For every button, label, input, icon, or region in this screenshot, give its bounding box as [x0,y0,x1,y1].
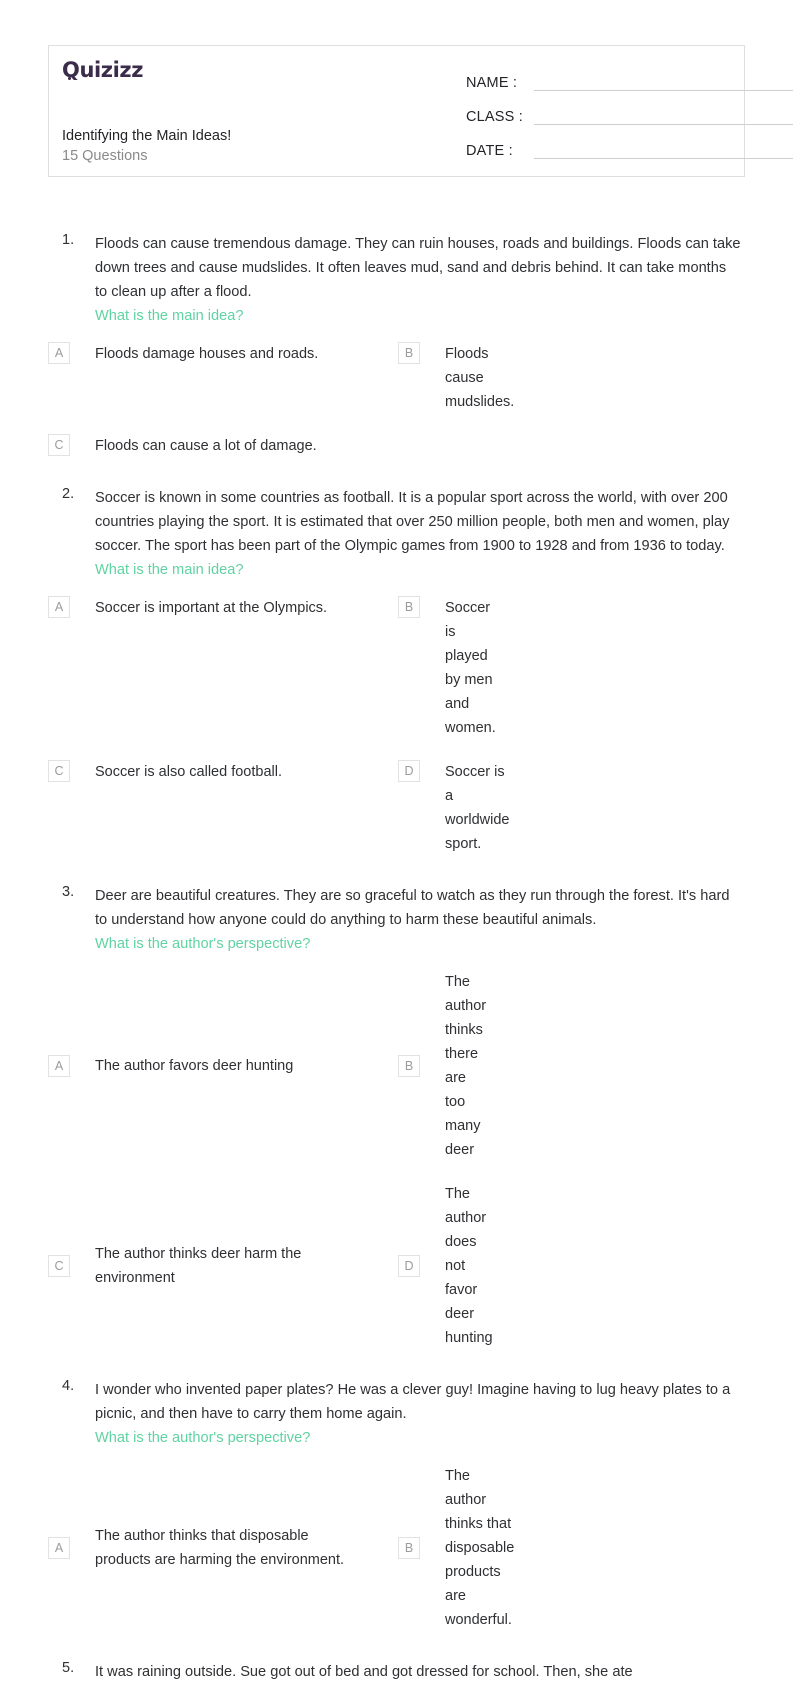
option-text: Floods cause mudslides. [445,346,515,410]
name-field-row: NAME : [466,70,793,96]
option-row: C Soccer is also called football. D Socc… [0,760,794,856]
question-block: 5. It was raining outside. Sue got out o… [0,1660,794,1684]
question-prompt: What is the author's perspective? [95,936,311,952]
option-text: Soccer is played by men and women. [445,600,496,736]
answer-option[interactable]: C Floods can cause a lot of damage. [0,434,352,458]
option-row: C The author thinks deer harm the enviro… [0,1182,794,1350]
option-text: Soccer is a worldwide sport. [445,764,510,852]
option-text: The author thinks there are too many dee… [445,974,487,1158]
question-head: 2. Soccer is known in some countries as … [0,486,794,582]
question-block: 1. Floods can cause tremendous damage. T… [0,232,794,458]
option-letter-badge: B [398,1055,420,1077]
page-title: Identifying the Main Ideas! [62,128,232,144]
answer-option[interactable]: B The author thinks that disposable prod… [0,1464,514,1632]
option-letter-badge: B [398,596,420,618]
worksheet-header-card: Quizizz Identifying the Main Ideas! 15 Q… [48,45,793,177]
answer-option[interactable]: B The author thinks there are too many d… [0,970,486,1162]
question-count-label: 15 Questions [62,148,148,164]
question-prompt: What is the main idea? [95,562,244,578]
question-number: 3. [62,884,75,900]
question-head: 4. I wonder who invented paper plates? H… [0,1378,794,1450]
question-passage: Soccer is known in some countries as foo… [95,490,730,554]
option-text: The author does not favor deer hunting [445,1186,493,1346]
class-field-row: CLASS : [466,104,793,130]
question-block: 4. I wonder who invented paper plates? H… [0,1378,794,1632]
class-input-line[interactable] [534,109,793,125]
question-number: 4. [62,1378,75,1394]
logo-q-glyph: Q [62,58,80,82]
question-passage: Floods can cause tremendous damage. They… [95,236,741,300]
student-info-fields: NAME : CLASS : DATE : [418,46,793,176]
option-text: The author thinks that disposable produc… [445,1468,515,1628]
name-field-label: NAME : [466,75,518,91]
question-passage: I wonder who invented paper plates? He w… [95,1382,731,1422]
answer-option[interactable]: B Floods cause mudslides. [0,342,514,414]
option-row: A The author thinks that disposable prod… [0,1464,794,1632]
answer-options: A The author favors deer hunting B The a… [0,970,794,1350]
class-field-label: CLASS : [466,109,524,125]
option-text: Floods can cause a lot of damage. [95,438,317,454]
answer-option[interactable]: D The author does not favor deer hunting [0,1182,493,1350]
answer-options: A Floods damage houses and roads. B Floo… [0,342,794,458]
question-prompt: What is the author's perspective? [95,1430,311,1446]
quizizz-logo: Quizizz [62,60,143,81]
option-row: A Floods damage houses and roads. B Floo… [0,342,794,414]
question-head: 3. Deer are beautiful creatures. They ar… [0,884,794,956]
option-letter-badge: D [398,1255,420,1277]
option-letter-badge: B [398,1537,420,1559]
question-passage: It was raining outside. Sue got out of b… [95,1664,633,1680]
question-block: 2. Soccer is known in some countries as … [0,486,794,856]
date-field-row: DATE : [466,138,793,164]
question-head: 5. It was raining outside. Sue got out o… [0,1660,794,1684]
answer-options: A Soccer is important at the Olympics. B… [0,596,794,856]
option-letter-badge: B [398,342,420,364]
option-row: A Soccer is important at the Olympics. B… [0,596,794,740]
question-list: 1. Floods can cause tremendous damage. T… [0,232,794,1684]
date-field-label: DATE : [466,143,513,159]
question-number: 5. [62,1660,75,1676]
name-input-line[interactable] [534,75,793,91]
option-row: A The author favors deer hunting B The a… [0,970,794,1162]
answer-option[interactable]: D Soccer is a worldwide sport. [0,760,509,856]
logo-q-dot-icon [68,77,71,80]
answer-options: A The author thinks that disposable prod… [0,1464,794,1632]
option-letter-badge: C [48,434,70,456]
question-passage: Deer are beautiful creatures. They are s… [95,888,730,928]
option-row: C Floods can cause a lot of damage. [0,434,794,458]
answer-option[interactable]: B Soccer is played by men and women. [0,596,496,740]
option-letter-badge: D [398,760,420,782]
question-prompt: What is the main idea? [95,308,244,324]
question-number: 2. [62,486,75,502]
date-input-line[interactable] [534,143,793,159]
logo-text-rest: uizizz [79,58,144,82]
question-head: 1. Floods can cause tremendous damage. T… [0,232,794,328]
header-left-section: Quizizz Identifying the Main Ideas! 15 Q… [62,46,412,176]
question-number: 1. [62,232,75,248]
question-block: 3. Deer are beautiful creatures. They ar… [0,884,794,1350]
